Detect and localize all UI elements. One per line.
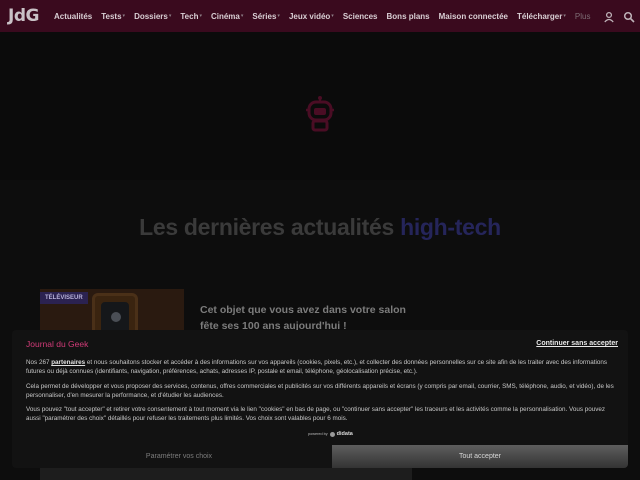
category-tag[interactable]: TÉLÉVISEUR <box>40 292 88 304</box>
chevron-down-icon: ▾ <box>277 13 280 19</box>
nav-item-maison-connectée[interactable]: Maison connectée <box>439 12 508 21</box>
consent-paragraph-1: Nos 267 partenaires et nous souhaitons s… <box>26 358 618 377</box>
robot-mascot-icon <box>304 96 336 132</box>
cookie-consent-banner: Journal du Geek Continuer sans accepter … <box>12 330 628 468</box>
nav-item-dossiers[interactable]: Dossiers <box>134 12 168 21</box>
site-logo[interactable]: JdG <box>8 6 46 26</box>
continue-without-accepting-link[interactable]: Continuer sans accepter <box>536 340 618 347</box>
search-icon[interactable] <box>623 10 635 23</box>
main-nav: Actualités Tests ▾ Dossiers ▾ Tech ▾ Cinéma ▾ Sér… <box>54 12 599 21</box>
accept-all-button[interactable]: Tout accepter <box>332 445 628 468</box>
chevron-down-icon: ▾ <box>240 13 244 19</box>
consent-paragraph-3: Vous pouvez "tout accepter" et retirer v… <box>26 406 606 423</box>
consent-brand: Journal du Geek <box>26 339 89 349</box>
chevron-down-icon: ▾ <box>122 13 126 19</box>
consent-p1-start: Nos 267 <box>26 359 52 366</box>
consent-paragraph-2: Cela permet de développer et vous propos… <box>26 382 614 399</box>
nav-item-more[interactable]: Plus <box>575 12 591 21</box>
partners-link[interactable]: partenaires <box>51 359 85 366</box>
consent-text: Nos 267 partenaires et nous souhaitons s… <box>26 358 618 429</box>
consent-p1-end: et nous souhaitons stocker et accéder à … <box>26 359 608 376</box>
section-title-prefix: Les dernières actualités <box>139 214 401 240</box>
nav-item-cinéma[interactable]: Cinéma <box>211 12 240 21</box>
nav-item-jeux-vidéo[interactable]: Jeux vidéo <box>289 12 330 21</box>
didomi-logo-icon <box>329 431 335 437</box>
nav-item-séries[interactable]: Séries <box>252 12 276 21</box>
customize-choices-button[interactable]: Paramétrer vos choix <box>26 445 332 468</box>
nav-item-bons-plans[interactable]: Bons plans <box>387 12 430 21</box>
next-article-strip <box>40 466 412 480</box>
section-title-highlight: high-tech <box>400 214 501 240</box>
chevron-down-icon: ▾ <box>563 13 566 19</box>
nav-item-sciences[interactable]: Sciences <box>343 12 378 21</box>
section-title: Les dernières actualités high-tech <box>0 214 640 241</box>
top-navbar: JdG Actualités Tests ▾ Dossiers ▾ Tech ▾ Cinéma… <box>0 0 640 32</box>
powered-brand: didata <box>336 431 353 437</box>
powered-by: powered by didata <box>308 431 353 437</box>
eye-icon <box>111 312 121 322</box>
chevron-down-icon: ▾ <box>199 13 202 19</box>
nav-item-actualités[interactable]: Actualités <box>54 12 92 21</box>
nav-item-télécharger[interactable]: Télécharger <box>517 12 562 21</box>
nav-item-tests[interactable]: Tests <box>101 12 121 21</box>
powered-by-label: powered by <box>308 432 328 436</box>
chevron-down-icon: ▾ <box>168 13 172 19</box>
nav-item-tech[interactable]: Tech <box>180 12 198 21</box>
user-icon[interactable] <box>603 10 615 23</box>
chevron-down-icon: ▾ <box>331 13 334 19</box>
